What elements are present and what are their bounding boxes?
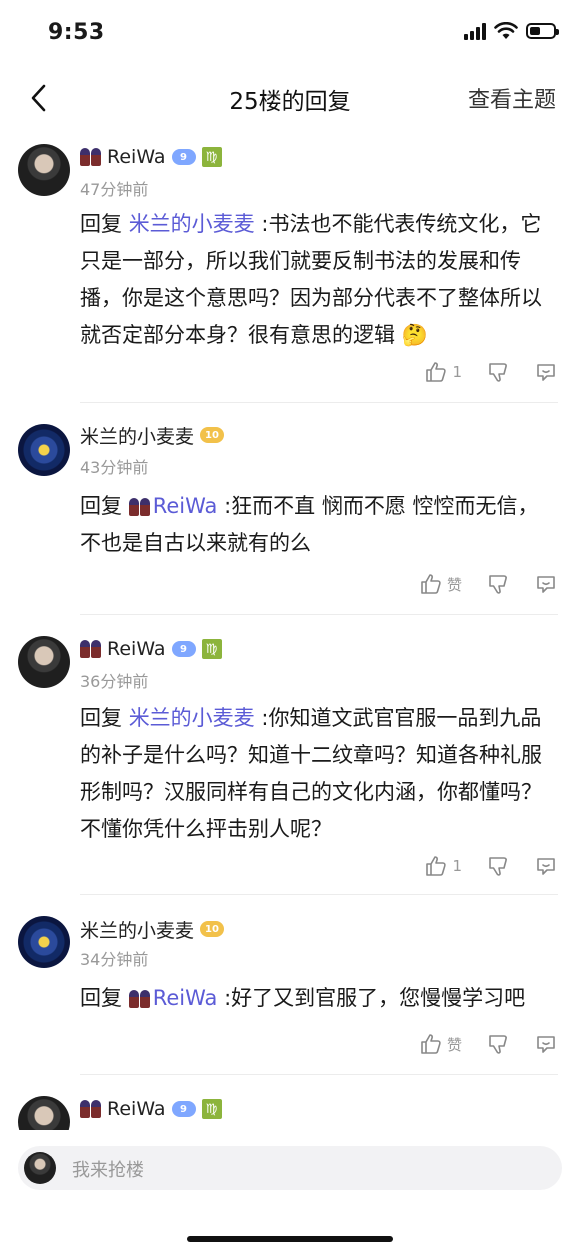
reply-content: :好了又到官服了，您慢慢学习吧 [217, 986, 526, 1010]
username[interactable]: ReiWa [107, 1098, 166, 1120]
comment-button[interactable] [534, 854, 558, 878]
wifi-icon [494, 22, 518, 39]
reply-input[interactable]: 我来抢楼 [18, 1146, 562, 1190]
view-topic-link[interactable]: 查看主题 [468, 82, 556, 114]
user-emoji-icon [128, 990, 150, 1008]
reply-actions: 1 [400, 360, 558, 384]
dislike-button[interactable] [486, 572, 510, 596]
comment-icon [537, 364, 555, 381]
timestamp: 47分钟前 [80, 180, 149, 199]
divider [80, 614, 558, 615]
thumb-up-icon [421, 574, 441, 594]
thumb-down-icon [489, 363, 507, 382]
avatar[interactable] [18, 424, 70, 476]
reply-prefix: 回复 [80, 494, 129, 518]
username[interactable]: ReiWa [107, 638, 166, 660]
level-badge: 10 [200, 427, 225, 443]
reply-prefix: 回复 [80, 212, 129, 236]
reply-actions: 赞 [395, 572, 558, 596]
comment-button[interactable] [534, 572, 558, 596]
level-badge: 9 [171, 149, 196, 165]
divider [80, 894, 558, 895]
avatar[interactable] [18, 144, 70, 196]
avatar[interactable] [18, 1096, 70, 1130]
user-row: ReiWa 9 ♍ [80, 1096, 222, 1122]
dislike-button[interactable] [486, 360, 510, 384]
battery-icon [526, 23, 559, 39]
like-count: 1 [452, 363, 462, 381]
level-badge: 10 [200, 921, 225, 937]
zodiac-virgo-icon: ♍ [201, 147, 222, 167]
thumb-down-icon [489, 1035, 507, 1054]
thumb-up-icon [421, 1034, 441, 1054]
like-count: 1 [452, 857, 462, 875]
like-button[interactable]: 赞 [419, 1032, 462, 1056]
user-emoji-icon [80, 148, 101, 166]
like-button[interactable]: 1 [424, 360, 462, 384]
username[interactable]: 米兰的小麦麦 [80, 916, 194, 943]
mention-link[interactable]: 米兰的小麦麦 [129, 212, 255, 236]
username[interactable]: ReiWa [107, 146, 166, 168]
level-badge: 9 [171, 641, 196, 657]
reply-text: 回复 ReiWa :好了又到官服了，您慢慢学习吧 [80, 980, 558, 1017]
level-badge: 9 [171, 1101, 196, 1117]
avatar [24, 1152, 56, 1184]
like-label: 赞 [446, 1035, 462, 1054]
user-emoji-icon [128, 498, 150, 516]
reply-text: 回复 米兰的小麦麦 :你知道文武官官服一品到九品的补子是什么吗？知道十二纹章吗？… [80, 700, 558, 848]
user-row: 米兰的小麦麦 10 [80, 916, 225, 943]
status-icons [464, 22, 559, 40]
reply-item: ReiWa 9 ♍ [0, 1092, 580, 1130]
user-emoji-icon [80, 1100, 101, 1118]
timestamp: 34分钟前 [80, 950, 149, 969]
like-button[interactable]: 赞 [419, 572, 462, 596]
like-button[interactable]: 1 [424, 854, 462, 878]
zodiac-virgo-icon: ♍ [201, 1099, 222, 1119]
divider [80, 1074, 558, 1075]
nav-bar: 25楼的回复 查看主题 [0, 66, 580, 130]
home-indicator[interactable] [187, 1236, 393, 1242]
comment-button[interactable] [534, 1032, 558, 1056]
reply-text: 回复 米兰的小麦麦 :书法也不能代表传统文化，它只是一部分，所以我们就要反制书法… [80, 206, 558, 354]
avatar[interactable] [18, 636, 70, 688]
comment-icon [537, 858, 555, 875]
reply-input-placeholder: 我来抢楼 [72, 1160, 144, 1181]
username[interactable]: 米兰的小麦麦 [80, 422, 194, 449]
comment-button[interactable] [534, 360, 558, 384]
thumb-down-icon [489, 575, 507, 594]
comment-icon [537, 576, 555, 593]
like-label: 赞 [446, 575, 462, 594]
status-bar: 9:53 [0, 0, 580, 66]
reply-actions: 赞 [395, 1032, 558, 1056]
thumb-up-icon [426, 856, 447, 876]
thumb-down-icon [489, 857, 507, 876]
divider [80, 402, 558, 403]
dislike-button[interactable] [486, 1032, 510, 1056]
user-emoji-icon [80, 640, 101, 658]
reply-actions: 1 [400, 854, 558, 878]
cellular-signal-icon [464, 22, 486, 40]
reply-prefix: 回复 [80, 986, 129, 1010]
user-row: ReiWa 9 ♍ [80, 636, 222, 662]
user-row: ReiWa 9 ♍ [80, 144, 222, 170]
avatar[interactable] [18, 916, 70, 968]
thumb-up-icon [426, 362, 447, 382]
zodiac-virgo-icon: ♍ [201, 639, 222, 659]
comment-icon [537, 1036, 555, 1053]
mention-link[interactable]: 米兰的小麦麦 [129, 706, 255, 730]
user-row: 米兰的小麦麦 10 [80, 422, 225, 449]
mention-link[interactable]: ReiWa [153, 986, 218, 1010]
dislike-button[interactable] [486, 854, 510, 878]
timestamp: 36分钟前 [80, 672, 149, 691]
reply-text: 回复 ReiWa :狂而不直 悯而不愿 悾悾而无信，不也是自古以来就有的么 [80, 488, 558, 562]
status-time: 9:53 [48, 20, 105, 45]
timestamp: 43分钟前 [80, 458, 149, 477]
mention-link[interactable]: ReiWa [153, 494, 218, 518]
reply-prefix: 回复 [80, 706, 129, 730]
